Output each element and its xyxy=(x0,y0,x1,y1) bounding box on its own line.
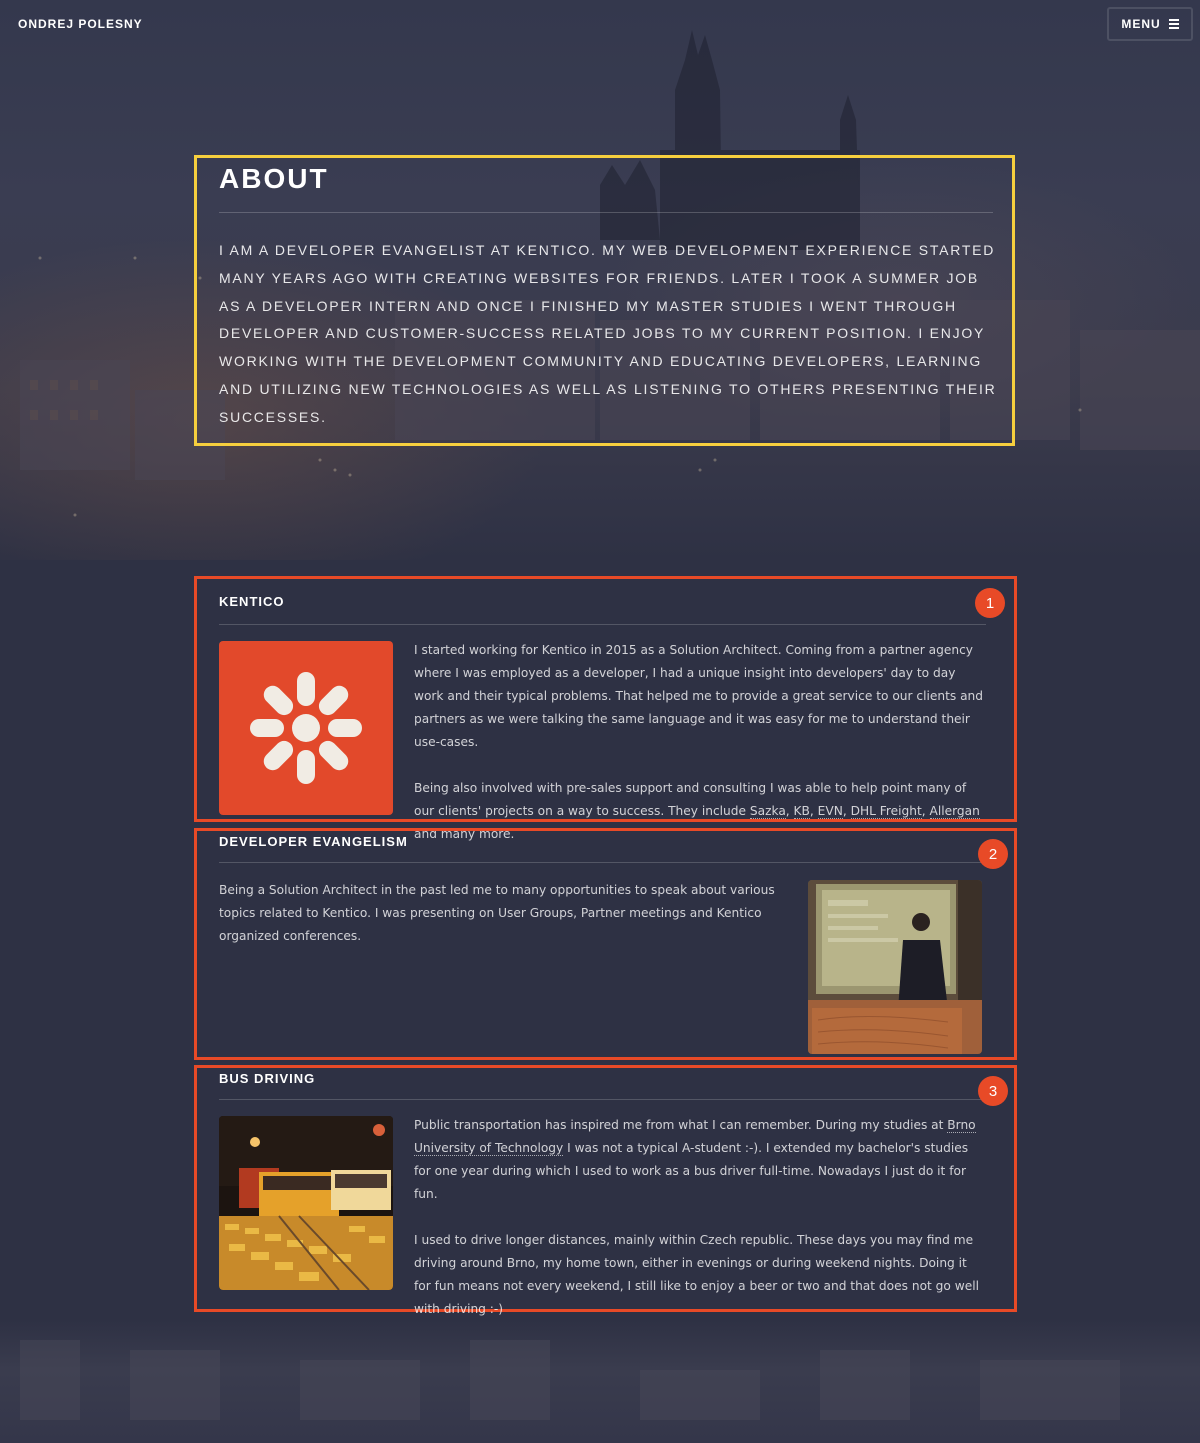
divider xyxy=(219,1099,986,1100)
section-title: BUS DRIVING xyxy=(219,1071,316,1086)
section-title: DEVELOPER EVANGELISM xyxy=(219,834,408,849)
client-link-dhl-freight[interactable]: DHL Freight xyxy=(850,804,922,819)
section-number-badge: 2 xyxy=(978,839,1008,869)
about-section: ABOUT I am a developer evangelist at Ken… xyxy=(194,155,1015,446)
paragraph: I used to drive longer distances, mainly… xyxy=(414,1233,979,1316)
section-number-badge: 1 xyxy=(975,588,1005,618)
section-number-badge: 3 xyxy=(978,1076,1008,1106)
menu-button[interactable]: MENU xyxy=(1107,7,1193,41)
about-title: ABOUT xyxy=(219,163,329,194)
divider xyxy=(219,624,986,625)
hamburger-icon xyxy=(1168,19,1179,29)
client-link-kb[interactable]: KB xyxy=(793,804,810,819)
site-name[interactable]: ONDREJ POLESNY xyxy=(18,17,143,31)
evangelism-text: Being a Solution Architect in the past l… xyxy=(219,879,779,971)
developer-evangelism-section: DEVELOPER EVANGELISM 2 Being a Solution … xyxy=(194,828,1017,1060)
divider xyxy=(219,862,986,863)
about-text: I am a developer evangelist at Kentico. … xyxy=(219,242,997,425)
text: Public transportation has inspired me fr… xyxy=(414,1118,948,1132)
client-link-allergan[interactable]: Allergan xyxy=(929,804,980,819)
kentico-section: KENTICO 1 I started working for Kentico … xyxy=(194,576,1017,841)
menu-label: MENU xyxy=(1121,17,1161,31)
client-link-evn[interactable]: EVN xyxy=(817,804,843,819)
bus-photo-image xyxy=(219,1116,393,1290)
section-title: KENTICO xyxy=(219,594,285,609)
kentico-logo-image xyxy=(219,641,393,815)
paragraph: Public transportation has inspired me fr… xyxy=(414,1114,986,1206)
paragraph: I started working for Kentico in 2015 as… xyxy=(414,643,984,749)
kentico-logo-icon xyxy=(250,672,362,784)
client-link-sazka[interactable]: Sazka xyxy=(749,804,786,819)
bus-driving-section: BUS DRIVING 3 Public transportation has … xyxy=(194,1065,1017,1316)
bus-photo xyxy=(219,1116,393,1290)
bus-driving-text: Public transportation has inspired me fr… xyxy=(414,1114,986,1344)
divider xyxy=(219,212,993,213)
speaker-photo-image xyxy=(808,880,982,1054)
speaker-photo xyxy=(808,880,982,1054)
paragraph: Being a Solution Architect in the past l… xyxy=(219,883,775,943)
